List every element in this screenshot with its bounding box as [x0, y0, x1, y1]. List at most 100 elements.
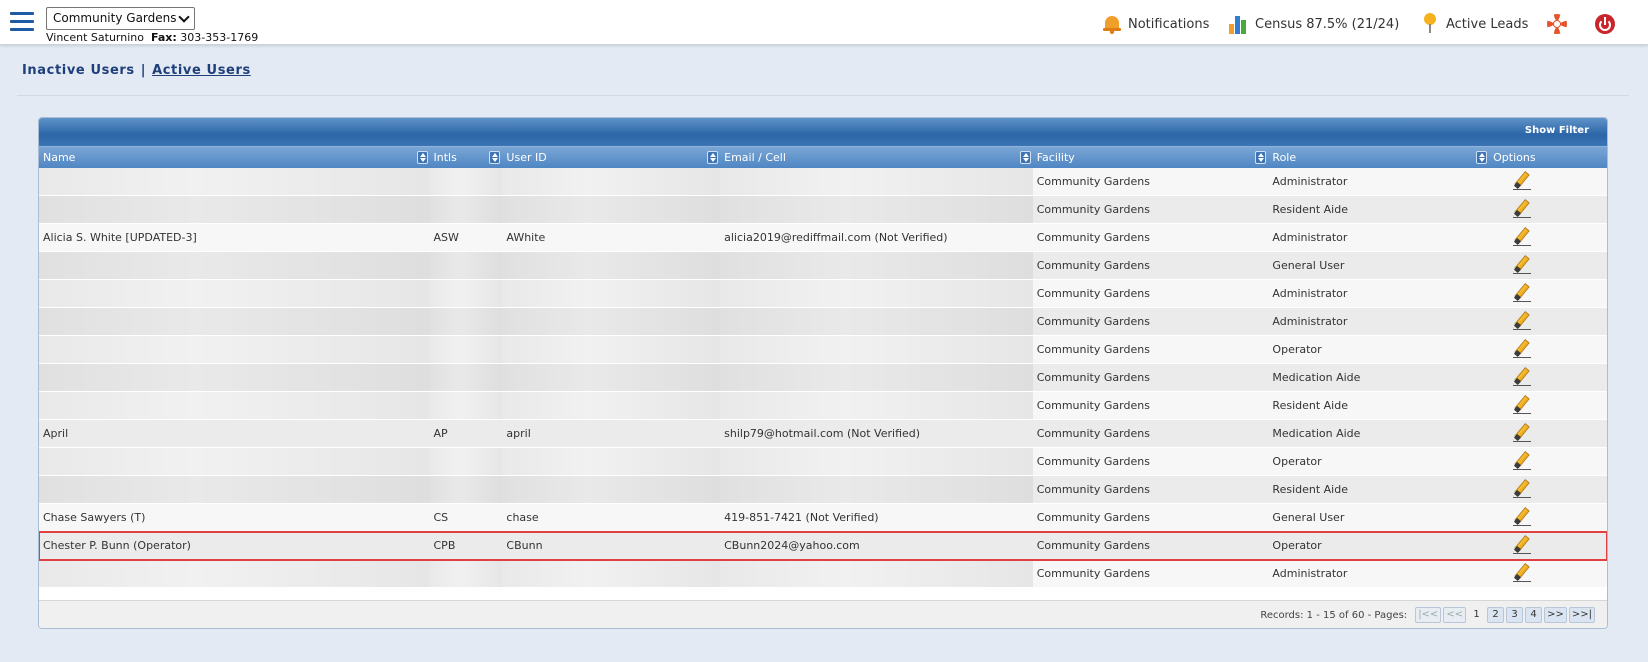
edit-pencil-icon[interactable]: [1513, 507, 1532, 526]
column-header-intls[interactable]: Intls: [430, 147, 503, 169]
tab-active-users[interactable]: Active Users: [152, 63, 251, 78]
table-row[interactable]: Community Gardens Administrator: [39, 560, 1607, 588]
cell-intls: ASW: [433, 231, 459, 244]
page-4-button[interactable]: 4: [1525, 607, 1543, 623]
edit-pencil-icon[interactable]: [1513, 563, 1532, 582]
cell-intls: [429, 448, 503, 475]
table-row[interactable]: Community Gardens Administrator: [39, 168, 1607, 196]
show-filter-button[interactable]: Show Filter: [1525, 125, 1589, 136]
menu-icon[interactable]: [10, 12, 34, 32]
tab-separator: |: [140, 63, 147, 78]
cell-user-id: april: [506, 427, 531, 440]
column-header-role[interactable]: Role: [1268, 147, 1489, 169]
edit-pencil-icon[interactable]: [1513, 367, 1532, 386]
records-info: Records: 1 - 15 of 60 - Pages:: [1260, 609, 1408, 621]
edit-pencil-icon[interactable]: [1513, 535, 1532, 554]
cell-options: [1489, 308, 1607, 335]
cell-email: [720, 336, 1033, 363]
edit-pencil-icon[interactable]: [1513, 283, 1532, 302]
cell-role: Administrator: [1272, 315, 1348, 328]
cell-role: Administrator: [1272, 231, 1348, 244]
cell-user-id: [502, 364, 721, 391]
column-header-label: Email / Cell: [724, 151, 786, 164]
cell-options: [1489, 392, 1607, 419]
sort-icon[interactable]: [707, 151, 719, 164]
table-row[interactable]: Community Gardens Operator: [39, 448, 1607, 476]
table-row[interactable]: April AP april shilp79@hotmail.com (Not Ver…: [39, 420, 1607, 448]
page-3-button[interactable]: 3: [1506, 607, 1524, 623]
sort-icon[interactable]: [1019, 151, 1031, 164]
table-row[interactable]: Community Gardens Administrator: [39, 280, 1607, 308]
prev-page-button[interactable]: <<: [1443, 607, 1467, 623]
table-row[interactable]: Community Gardens Resident Aide: [39, 392, 1607, 420]
edit-pencil-icon[interactable]: [1513, 339, 1532, 358]
table-row[interactable]: Chester P. Bunn (Operator) CPB CBunn CBunn2…: [39, 531, 1607, 561]
edit-pencil-icon[interactable]: [1513, 171, 1532, 190]
table-row[interactable]: Community Gardens Resident Aide: [39, 196, 1607, 224]
logout-button[interactable]: [1595, 12, 1615, 36]
table-row[interactable]: Community Gardens Resident Aide: [39, 476, 1607, 504]
cell-intls: [429, 364, 503, 391]
cell-facility: Community Gardens: [1036, 399, 1150, 412]
active-leads-label: Active Leads: [1446, 16, 1529, 32]
page-2-button[interactable]: 2: [1487, 607, 1505, 623]
sort-icon[interactable]: [416, 151, 428, 164]
cell-role: General User: [1272, 259, 1345, 272]
cell-user-id: chase: [506, 511, 539, 524]
chevron-down-icon: [178, 11, 190, 23]
table-row[interactable]: Community Gardens Operator: [39, 336, 1607, 364]
divider: [17, 95, 1629, 96]
facility-select[interactable]: Community Gardens: [46, 7, 195, 30]
user-name: Vincent Saturnino: [46, 31, 144, 44]
sort-icon[interactable]: [1255, 151, 1267, 164]
cell-intls: CS: [433, 511, 449, 524]
edit-pencil-icon[interactable]: [1513, 311, 1532, 330]
cell-role: Administrator: [1272, 175, 1348, 188]
facility-select-value: Community Gardens: [53, 11, 177, 25]
column-header-name[interactable]: Name: [39, 147, 430, 169]
help-button[interactable]: [1547, 12, 1567, 36]
table-row[interactable]: Alicia S. White [UPDATED-3] ASW AWhite alic…: [39, 224, 1607, 252]
cell-options: [1489, 448, 1607, 475]
active-leads-link[interactable]: Active Leads: [1422, 12, 1528, 36]
next-page-button[interactable]: >>: [1544, 607, 1567, 623]
edit-pencil-icon[interactable]: [1513, 395, 1532, 414]
column-header-facility[interactable]: Facility: [1033, 147, 1269, 169]
cell-facility: Community Gardens: [1036, 343, 1150, 356]
lifebuoy-icon: [1547, 14, 1567, 34]
table-row[interactable]: Community Gardens Medication Aide: [39, 364, 1607, 392]
edit-pencil-icon[interactable]: [1513, 479, 1532, 498]
column-header-user-id[interactable]: User ID: [502, 147, 720, 169]
cell-role: Operator: [1272, 455, 1322, 468]
grid-body: Community Gardens Administrator Community …: [39, 168, 1607, 588]
cell-facility: Community Gardens: [1036, 511, 1150, 524]
cell-email: [720, 168, 1033, 195]
first-page-button[interactable]: |<<: [1415, 607, 1442, 623]
edit-pencil-icon[interactable]: [1513, 451, 1532, 470]
cell-name: April: [43, 427, 69, 440]
cell-options: [1489, 168, 1607, 195]
edit-pencil-icon[interactable]: [1513, 227, 1532, 246]
census-link[interactable]: Census 87.5% (21/24): [1229, 12, 1399, 36]
cell-facility: Community Gardens: [1036, 455, 1150, 468]
edit-pencil-icon[interactable]: [1513, 199, 1532, 218]
cell-user-id: [502, 168, 721, 195]
cell-intls: [429, 280, 503, 307]
sort-icon[interactable]: [489, 151, 501, 164]
table-row[interactable]: Chase Sawyers (T) CS chase 419-851-7421 (No…: [39, 504, 1607, 532]
cell-email: 419-851-7421 (Not Verified): [724, 511, 879, 524]
sort-icon[interactable]: [1476, 151, 1488, 164]
cell-intls: [429, 560, 503, 587]
cell-intls: [429, 476, 503, 503]
edit-pencil-icon[interactable]: [1513, 255, 1532, 274]
last-page-button[interactable]: >>|: [1568, 607, 1595, 623]
column-header-email[interactable]: Email / Cell: [720, 147, 1033, 169]
table-row[interactable]: Community Gardens General User: [39, 252, 1607, 280]
tab-inactive-users: Inactive Users: [22, 63, 135, 78]
edit-pencil-icon[interactable]: [1513, 423, 1532, 442]
notifications-link[interactable]: Notifications: [1102, 12, 1209, 36]
cell-facility: Community Gardens: [1036, 287, 1150, 300]
table-row[interactable]: Community Gardens Administrator: [39, 308, 1607, 336]
cell-email: [720, 196, 1033, 223]
cell-role: Medication Aide: [1272, 427, 1361, 440]
